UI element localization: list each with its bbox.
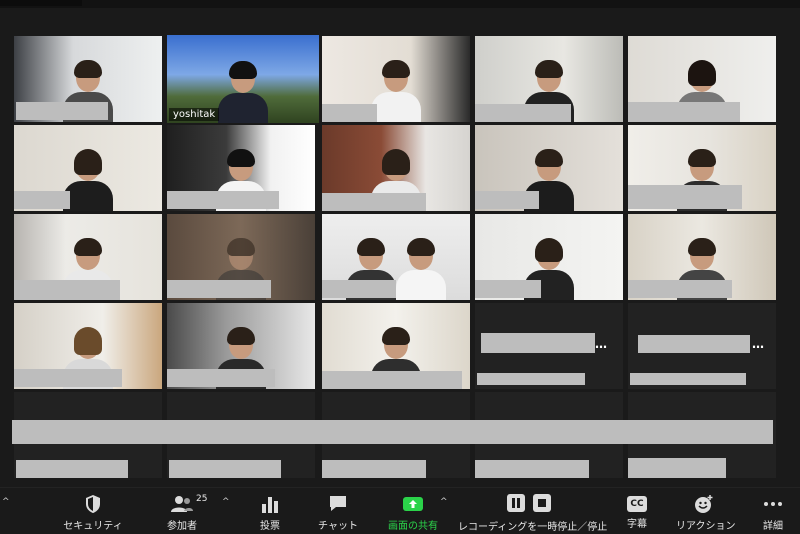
redacted-name (475, 191, 539, 209)
chat-button[interactable]: チャット (316, 488, 360, 534)
redacted-name (169, 460, 281, 478)
redacted-name (638, 335, 750, 353)
chat-icon (330, 496, 346, 511)
redacted-name (628, 458, 726, 478)
title-bar-tab (0, 0, 82, 6)
redacted-name (481, 333, 595, 353)
redacted-name (14, 191, 70, 209)
video-tile[interactable] (628, 214, 776, 300)
share-menu-caret[interactable]: ^ (440, 497, 448, 507)
captions-label: 字幕 (627, 519, 647, 530)
recording-label: レコーディングを一時停止／停止 (458, 522, 608, 533)
redacted-name (322, 371, 462, 389)
video-tile[interactable] (14, 303, 162, 389)
video-tile[interactable] (475, 36, 623, 122)
redacted-name (14, 369, 122, 387)
video-tile[interactable] (628, 36, 776, 122)
video-tile[interactable] (322, 214, 470, 300)
video-tile[interactable] (167, 125, 315, 211)
more-label: 詳細 (763, 521, 783, 532)
redacted-name (322, 460, 426, 478)
meeting-toolbar: ^ セキュリティ 参加者 25 ^ 投票 チャット 画面の共有 ^ レコーディン… (0, 487, 800, 534)
name-ellipsis: … (595, 337, 607, 351)
cc-icon: CC (627, 496, 647, 512)
video-tile[interactable] (14, 214, 162, 300)
participants-menu-caret[interactable]: ^ (222, 497, 230, 507)
participants-count: 25 (196, 494, 208, 504)
video-tile[interactable] (475, 125, 623, 211)
video-tile-active-speaker[interactable]: yoshitak (167, 35, 319, 123)
redacted-name (475, 104, 571, 122)
video-tile[interactable] (14, 125, 162, 211)
video-tile[interactable] (322, 303, 470, 389)
redacted-name (628, 280, 732, 298)
video-tile-no-video[interactable]: … (628, 303, 776, 389)
redacted-name-bar (12, 420, 773, 444)
participants-label: 参加者 (167, 521, 197, 532)
stop-icon[interactable] (532, 494, 551, 512)
captions-button[interactable]: CC 字幕 (622, 488, 652, 534)
participant-name-label: yoshitak (169, 108, 220, 121)
redacted-name (477, 373, 585, 385)
security-label: セキュリティ (63, 521, 123, 532)
participants-icon (171, 496, 193, 512)
share-screen-icon (403, 497, 423, 511)
polls-button[interactable]: 投票 (250, 488, 290, 534)
video-tile[interactable] (167, 214, 315, 300)
more-button[interactable]: 詳細 (756, 488, 790, 534)
pause-icon[interactable] (507, 494, 526, 512)
reactions-label: リアクション (676, 521, 736, 532)
polls-label: 投票 (260, 521, 280, 532)
video-tile[interactable] (475, 214, 623, 300)
polls-icon (262, 497, 278, 513)
reaction-icon (695, 495, 713, 513)
reactions-button[interactable]: リアクション (676, 488, 736, 534)
redacted-name (167, 191, 279, 209)
window-title-bar (0, 0, 800, 8)
redacted-name (322, 104, 377, 122)
chat-label: チャット (318, 521, 358, 532)
redacted-name (322, 193, 426, 211)
share-screen-button[interactable]: 画面の共有 (384, 488, 442, 534)
redacted-name (628, 102, 740, 122)
redacted-name (167, 369, 275, 387)
redacted-name (630, 373, 746, 385)
redacted-name (16, 460, 128, 478)
redacted-name (14, 280, 120, 300)
video-tile[interactable] (628, 125, 776, 211)
video-tile-no-video[interactable]: … (475, 303, 623, 389)
more-icon (764, 502, 782, 506)
video-tile[interactable] (14, 36, 162, 122)
redacted-name (322, 280, 396, 298)
video-tile[interactable] (322, 125, 470, 211)
security-button[interactable]: セキュリティ (62, 488, 124, 534)
video-gallery: yoshitak … … (0, 30, 800, 485)
name-ellipsis: … (752, 337, 764, 351)
redacted-name (167, 280, 271, 298)
redacted-name (475, 280, 541, 298)
share-screen-label: 画面の共有 (388, 521, 438, 532)
redacted-name (628, 185, 742, 209)
recording-controls[interactable]: レコーディングを一時停止／停止 (458, 488, 608, 534)
video-tile[interactable] (322, 36, 470, 122)
video-tile[interactable] (167, 303, 315, 389)
chevron-up-icon[interactable]: ^ (2, 497, 10, 507)
shield-icon (86, 495, 100, 513)
redacted-name (16, 102, 108, 120)
redacted-name (475, 460, 589, 478)
